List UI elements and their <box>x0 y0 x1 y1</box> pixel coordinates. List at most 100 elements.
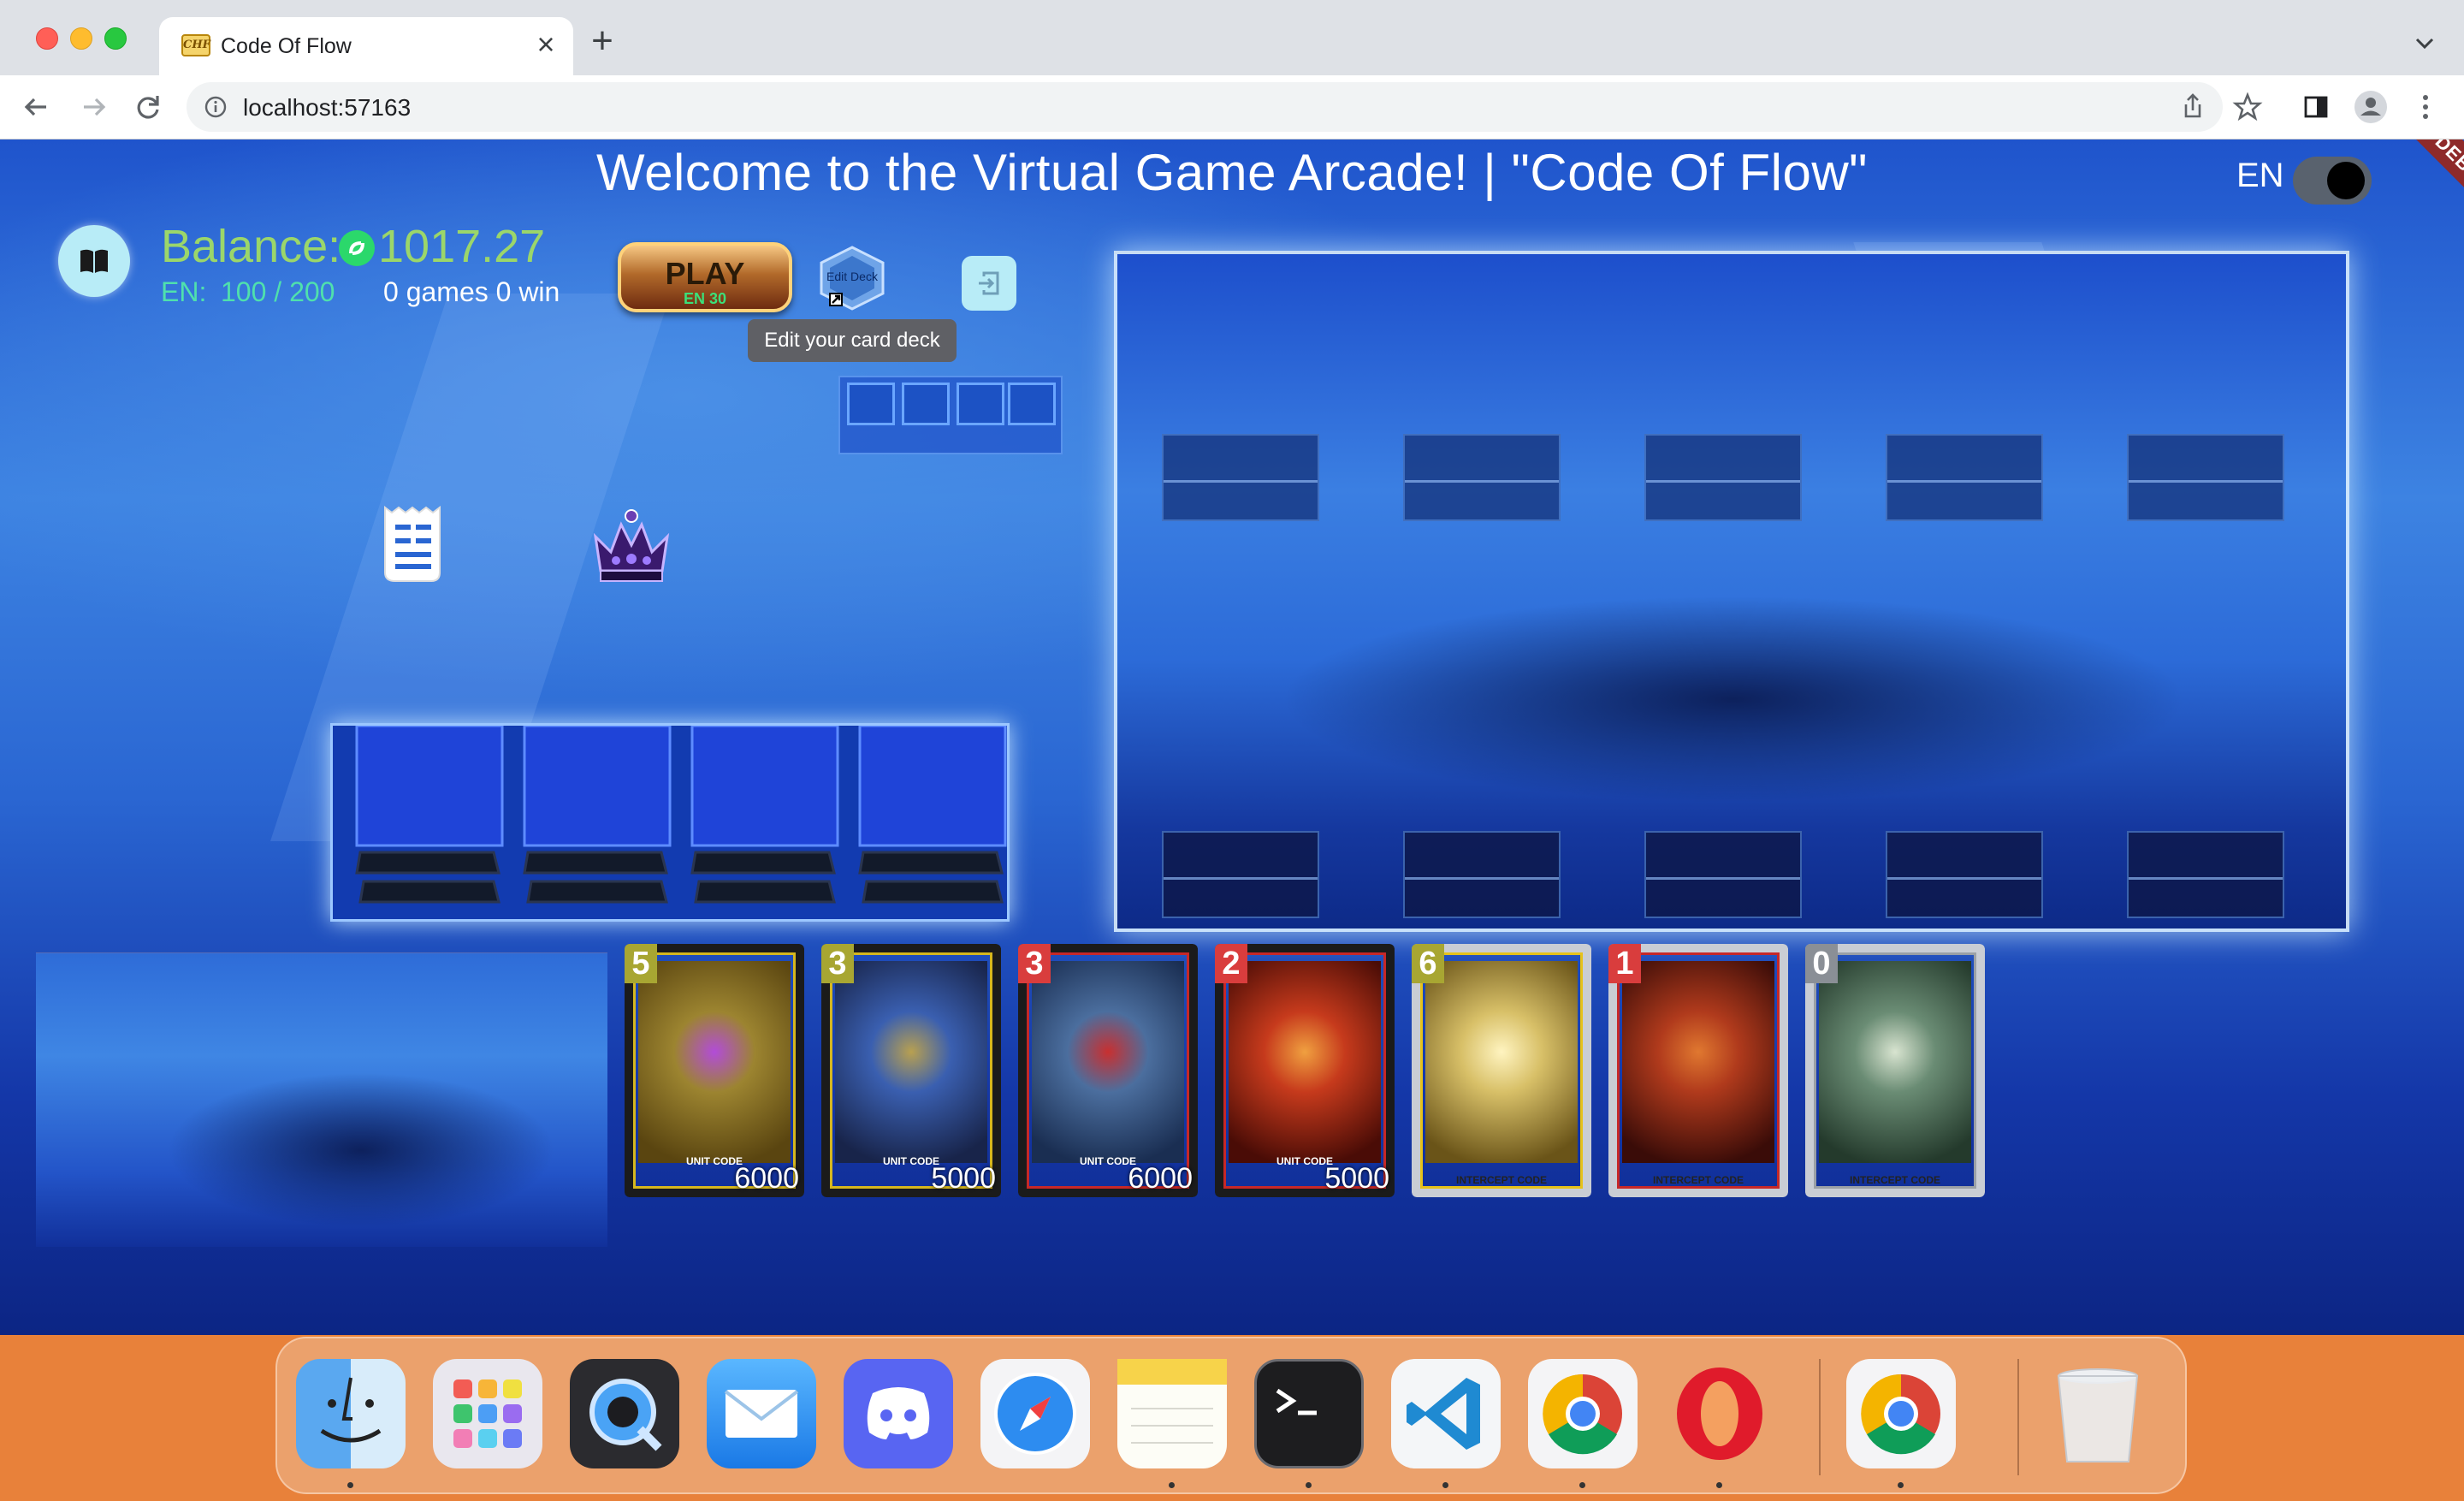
deck-slot <box>957 383 1004 425</box>
hand-slot[interactable] <box>516 726 675 919</box>
opponent-field-slot[interactable] <box>1162 434 1319 521</box>
card-power-value: 6000 <box>734 1162 799 1195</box>
terminal-icon[interactable] <box>1254 1359 1364 1468</box>
chrome-icon[interactable] <box>1846 1359 1956 1468</box>
macos-dock <box>275 1337 2187 1494</box>
hand-slot[interactable] <box>851 726 1007 919</box>
finder-icon[interactable] <box>296 1359 406 1468</box>
energy-value: 100 / 200 <box>221 276 335 307</box>
site-info-icon[interactable] <box>204 95 228 119</box>
balance-value: 1017.27 <box>378 221 546 272</box>
flow-coin-icon <box>339 230 375 266</box>
hand-slot[interactable] <box>684 726 843 919</box>
energy-label: EN: <box>161 276 207 307</box>
opponent-field-slot[interactable] <box>2127 434 2284 521</box>
card-power-value: 5000 <box>931 1162 996 1195</box>
forward-arrow-icon[interactable] <box>74 87 113 127</box>
card-preview-panel <box>36 952 607 1247</box>
bookmark-star-icon[interactable] <box>2228 87 2267 127</box>
dock-separator <box>1819 1359 1821 1475</box>
games-summary: 0 games 0 win <box>383 276 560 307</box>
game-viewport: Welcome to the Virtual Game Arcade! | "C… <box>0 139 2464 1335</box>
edit-deck-label: Edit Deck <box>826 270 878 283</box>
trash-icon[interactable] <box>2043 1359 2153 1468</box>
more-menu-icon[interactable] <box>2406 87 2445 127</box>
deck-preview-slots <box>838 376 1063 454</box>
unit-card[interactable]: 5 UNIT CODE 6000 <box>625 944 804 1197</box>
card-power-value: 6000 <box>1128 1162 1193 1195</box>
share-icon[interactable] <box>2173 87 2212 127</box>
side-panel-icon[interactable] <box>2296 87 2336 127</box>
running-indicator <box>1169 1482 1175 1488</box>
player-field-slot[interactable] <box>1644 831 1802 918</box>
running-indicator <box>1579 1482 1585 1488</box>
new-tab-button[interactable]: + <box>587 22 618 60</box>
language-toggle[interactable] <box>2293 157 2372 205</box>
debug-banner: DEBUG <box>2379 139 2464 249</box>
card-cost-badge: 0 <box>1805 944 1838 983</box>
running-indicator <box>1716 1482 1722 1488</box>
book-icon <box>80 249 108 273</box>
receipt-icon[interactable] <box>376 502 450 588</box>
chevron-down-icon[interactable] <box>2409 27 2440 58</box>
edit-deck-button[interactable]: Edit Deck <box>816 246 888 311</box>
tab-close-icon[interactable]: × <box>530 29 561 60</box>
rules-book-button[interactable] <box>58 225 130 297</box>
running-indicator <box>1442 1482 1448 1488</box>
player-field-slot[interactable] <box>1403 831 1561 918</box>
card-cost-badge: 6 <box>1412 944 1444 983</box>
play-button[interactable]: PLAY EN 30 <box>618 242 792 312</box>
hand-slot[interactable] <box>348 726 507 919</box>
running-indicator <box>1306 1482 1312 1488</box>
unit-card[interactable]: 3 UNIT CODE 6000 <box>1018 944 1198 1197</box>
dock-separator <box>2017 1359 2019 1475</box>
unit-card[interactable]: 3 UNIT CODE 5000 <box>821 944 1001 1197</box>
profile-avatar-icon[interactable] <box>2351 87 2390 127</box>
intercept-card[interactable]: 0 INTERCEPT CODE <box>1805 944 1985 1197</box>
unit-card[interactable]: 2 UNIT CODE 5000 <box>1215 944 1395 1197</box>
running-indicator <box>1898 1482 1904 1488</box>
balance-label: Balance: <box>161 221 341 272</box>
chrome-icon[interactable] <box>1528 1359 1638 1468</box>
player-field-slot[interactable] <box>1162 831 1319 918</box>
card-type-label: INTERCEPT CODE <box>1849 1174 1940 1186</box>
safari-icon[interactable] <box>980 1359 1090 1468</box>
address-bar[interactable]: localhost:57163 <box>187 82 2223 132</box>
deck-slot <box>1008 383 1056 425</box>
close-window-button[interactable] <box>36 27 58 50</box>
favicon-icon: CHF <box>181 34 210 56</box>
running-indicator <box>347 1482 353 1488</box>
launchpad-icon[interactable] <box>433 1359 542 1468</box>
reload-icon[interactable] <box>128 87 168 127</box>
minimize-window-button[interactable] <box>70 27 92 50</box>
browser-chrome: CHF Code Of Flow × + localhost:57163 <box>0 0 2464 139</box>
browser-tab[interactable]: CHF Code Of Flow × <box>159 17 573 75</box>
notes-icon[interactable] <box>1117 1359 1227 1468</box>
battle-field <box>1114 251 2349 932</box>
opponent-field-slot[interactable] <box>1886 434 2043 521</box>
crown-icon[interactable] <box>587 502 676 588</box>
discord-icon[interactable] <box>844 1359 953 1468</box>
hand-zone <box>330 723 1010 922</box>
card-type-label: INTERCEPT CODE <box>1652 1174 1744 1186</box>
intercept-card[interactable]: 6 INTERCEPT CODE <box>1412 944 1591 1197</box>
deck-slot <box>847 383 895 425</box>
opponent-field-slot[interactable] <box>1644 434 1802 521</box>
opera-icon[interactable] <box>1665 1359 1774 1468</box>
logout-button[interactable] <box>962 256 1016 311</box>
card-cost-badge: 2 <box>1215 944 1247 983</box>
toggle-knob <box>2327 162 2365 199</box>
vscode-icon[interactable] <box>1391 1359 1501 1468</box>
maximize-window-button[interactable] <box>104 27 127 50</box>
opponent-field-slot[interactable] <box>1403 434 1561 521</box>
player-field-slot[interactable] <box>1886 831 2043 918</box>
back-arrow-icon[interactable] <box>17 87 56 127</box>
mail-icon[interactable] <box>707 1359 816 1468</box>
player-field-slot[interactable] <box>2127 831 2284 918</box>
intercept-card[interactable]: 1 INTERCEPT CODE <box>1608 944 1788 1197</box>
deck-slot <box>902 383 950 425</box>
page-title: Welcome to the Virtual Game Arcade! | "C… <box>596 144 1868 201</box>
card-type-label: INTERCEPT CODE <box>1455 1174 1547 1186</box>
play-cost: EN 30 <box>683 290 727 307</box>
quicktime-icon[interactable] <box>570 1359 679 1468</box>
